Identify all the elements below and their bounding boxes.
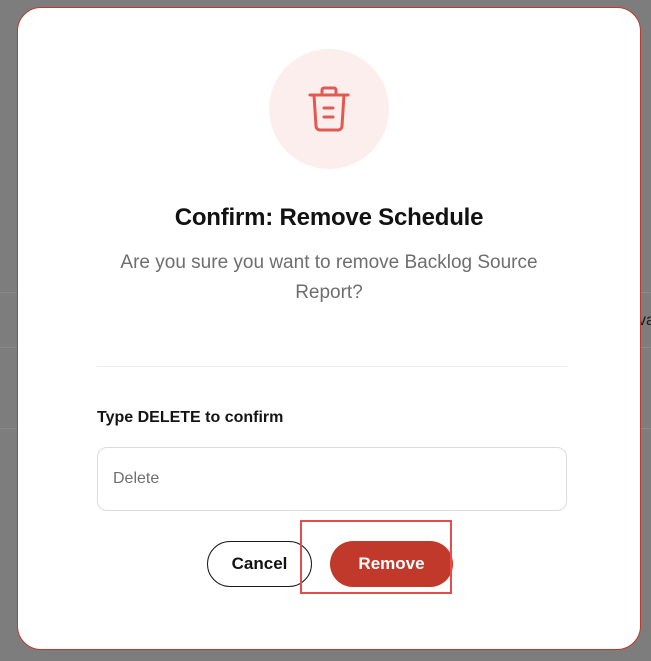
cancel-button[interactable]: Cancel bbox=[207, 541, 312, 587]
confirm-remove-dialog: Confirm: Remove Schedule Are you sure yo… bbox=[17, 7, 641, 650]
dialog-title: Confirm: Remove Schedule bbox=[174, 204, 484, 231]
dialog-divider bbox=[97, 366, 567, 367]
delete-confirmation-input[interactable] bbox=[97, 447, 567, 511]
trash-icon-badge bbox=[269, 49, 389, 169]
trash-icon bbox=[308, 86, 350, 132]
remove-button[interactable]: Remove bbox=[330, 541, 453, 587]
confirm-field-label: Type DELETE to confirm bbox=[97, 409, 284, 426]
dialog-message: Are you sure you want to remove Backlog … bbox=[120, 252, 538, 303]
